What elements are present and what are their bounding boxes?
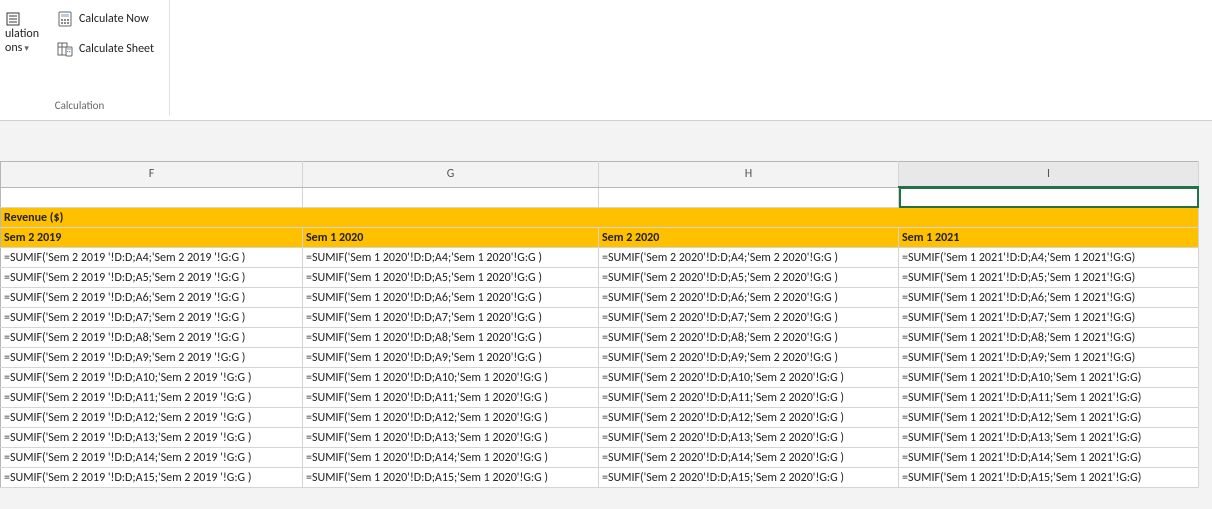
formula-row: =SUMIF('Sem 2 2019 '!D:D;A11;'Sem 2 2019…: [1, 388, 1199, 408]
formula-cell[interactable]: =SUMIF('Sem 2 2019 '!D:D;A5;'Sem 2 2019 …: [1, 268, 303, 288]
formula-row: =SUMIF('Sem 2 2019 '!D:D;A5;'Sem 2 2019 …: [1, 268, 1199, 288]
formula-cell[interactable]: =SUMIF('Sem 1 2021'!D:D;A7;'Sem 1 2021'!…: [899, 308, 1199, 328]
formula-cell[interactable]: =SUMIF('Sem 2 2019 '!D:D;A8;'Sem 2 2019 …: [1, 328, 303, 348]
formula-row: =SUMIF('Sem 2 2019 '!D:D;A10;'Sem 2 2019…: [1, 368, 1199, 388]
formula-row: =SUMIF('Sem 2 2019 '!D:D;A4;'Sem 2 2019 …: [1, 248, 1199, 268]
empty-row: [1, 187, 1199, 208]
formula-cell[interactable]: =SUMIF('Sem 2 2020'!D:D;A12;'Sem 2 2020'…: [599, 408, 899, 428]
section-header-cell[interactable]: Revenue ($): [1, 208, 1199, 228]
calculate-sheet-label: Calculate Sheet: [79, 42, 154, 56]
column-header-G[interactable]: G: [303, 162, 599, 188]
cell[interactable]: [599, 187, 899, 208]
column-header-I[interactable]: I: [899, 162, 1199, 188]
formula-cell[interactable]: =SUMIF('Sem 2 2019 '!D:D;A10;'Sem 2 2019…: [1, 368, 303, 388]
column-header-H[interactable]: H: [599, 162, 899, 188]
formula-cell[interactable]: =SUMIF('Sem 1 2021'!D:D;A4;'Sem 1 2021'!…: [899, 248, 1199, 268]
formula-cell[interactable]: =SUMIF('Sem 2 2020'!D:D;A14;'Sem 2 2020'…: [599, 448, 899, 468]
column-titles-row: Sem 2 2019Sem 1 2020Sem 2 2020Sem 1 2021: [1, 228, 1199, 248]
formula-cell[interactable]: =SUMIF('Sem 1 2020'!D:D;A12;'Sem 1 2020'…: [303, 408, 599, 428]
calculate-now-label: Calculate Now: [79, 12, 149, 26]
calculate-sheet-icon: [57, 41, 73, 57]
formula-cell[interactable]: =SUMIF('Sem 2 2020'!D:D;A4;'Sem 2 2020'!…: [599, 248, 899, 268]
spreadsheet-grid[interactable]: FGHI Revenue ($)Sem 2 2019Sem 1 2020Sem …: [0, 161, 1199, 488]
section-header-row: Revenue ($): [1, 208, 1199, 228]
formula-row: =SUMIF('Sem 2 2019 '!D:D;A12;'Sem 2 2019…: [1, 408, 1199, 428]
formula-cell[interactable]: =SUMIF('Sem 2 2019 '!D:D;A12;'Sem 2 2019…: [1, 408, 303, 428]
formula-cell[interactable]: =SUMIF('Sem 2 2020'!D:D;A6;'Sem 2 2020'!…: [599, 288, 899, 308]
calculation-options-button[interactable]: ulation ons ▾: [0, 8, 44, 58]
formula-cell[interactable]: =SUMIF('Sem 2 2020'!D:D;A10;'Sem 2 2020'…: [599, 368, 899, 388]
formula-cell[interactable]: =SUMIF('Sem 2 2019 '!D:D;A6;'Sem 2 2019 …: [1, 288, 303, 308]
formula-cell[interactable]: =SUMIF('Sem 2 2019 '!D:D;A4;'Sem 2 2019 …: [1, 248, 303, 268]
formula-row: =SUMIF('Sem 2 2019 '!D:D;A9;'Sem 2 2019 …: [1, 348, 1199, 368]
cell[interactable]: [303, 187, 599, 208]
formula-cell[interactable]: =SUMIF('Sem 1 2020'!D:D;A14;'Sem 1 2020'…: [303, 448, 599, 468]
formula-cell[interactable]: =SUMIF('Sem 1 2021'!D:D;A12;'Sem 1 2021'…: [899, 408, 1199, 428]
formula-cell[interactable]: =SUMIF('Sem 1 2020'!D:D;A5;'Sem 1 2020'!…: [303, 268, 599, 288]
column-title-cell[interactable]: Sem 2 2020: [599, 228, 899, 248]
formula-cell[interactable]: =SUMIF('Sem 1 2020'!D:D;A11;'Sem 1 2020'…: [303, 388, 599, 408]
calculation-options-label-top: ulation: [5, 27, 39, 41]
formula-cell[interactable]: =SUMIF('Sem 2 2020'!D:D;A11;'Sem 2 2020'…: [599, 388, 899, 408]
formula-cell[interactable]: =SUMIF('Sem 2 2020'!D:D;A7;'Sem 2 2020'!…: [599, 308, 899, 328]
formula-cell[interactable]: =SUMIF('Sem 2 2020'!D:D;A8;'Sem 2 2020'!…: [599, 328, 899, 348]
formula-cell[interactable]: =SUMIF('Sem 1 2021'!D:D;A13;'Sem 1 2021'…: [899, 428, 1199, 448]
ribbon-group-label: Calculation: [55, 99, 105, 112]
calculate-now-button[interactable]: Calculate Now: [52, 8, 159, 30]
formula-cell[interactable]: =SUMIF('Sem 2 2020'!D:D;A15;'Sem 2 2020'…: [599, 468, 899, 488]
formula-cell[interactable]: =SUMIF('Sem 1 2020'!D:D;A13;'Sem 1 2020'…: [303, 428, 599, 448]
chevron-down-icon: ▾: [24, 43, 29, 54]
formula-cell[interactable]: =SUMIF('Sem 1 2020'!D:D;A9;'Sem 1 2020'!…: [303, 348, 599, 368]
column-title-cell[interactable]: Sem 1 2020: [303, 228, 599, 248]
formula-cell[interactable]: =SUMIF('Sem 1 2021'!D:D;A9;'Sem 1 2021'!…: [899, 348, 1199, 368]
ribbon-group-calculation: ulation ons ▾ Calculate Now: [0, 0, 170, 116]
cell[interactable]: [899, 187, 1199, 208]
formula-cell[interactable]: =SUMIF('Sem 1 2021'!D:D;A11;'Sem 1 2021'…: [899, 388, 1199, 408]
formula-cell[interactable]: =SUMIF('Sem 1 2020'!D:D;A15;'Sem 1 2020'…: [303, 468, 599, 488]
column-title-cell[interactable]: Sem 1 2021: [899, 228, 1199, 248]
formula-row: =SUMIF('Sem 2 2019 '!D:D;A13;'Sem 2 2019…: [1, 428, 1199, 448]
formula-cell[interactable]: =SUMIF('Sem 1 2021'!D:D;A5;'Sem 1 2021'!…: [899, 268, 1199, 288]
column-header-F[interactable]: F: [1, 162, 303, 188]
formula-cell[interactable]: =SUMIF('Sem 1 2020'!D:D;A10;'Sem 1 2020'…: [303, 368, 599, 388]
formula-cell[interactable]: =SUMIF('Sem 1 2020'!D:D;A6;'Sem 1 2020'!…: [303, 288, 599, 308]
formula-cell[interactable]: =SUMIF('Sem 1 2021'!D:D;A15;'Sem 1 2021'…: [899, 468, 1199, 488]
column-title-cell[interactable]: Sem 2 2019: [1, 228, 303, 248]
calculate-now-icon: [57, 11, 73, 27]
formula-cell[interactable]: =SUMIF('Sem 1 2021'!D:D;A14;'Sem 1 2021'…: [899, 448, 1199, 468]
calculate-sheet-button[interactable]: Calculate Sheet: [52, 38, 159, 60]
formula-cell[interactable]: =SUMIF('Sem 2 2019 '!D:D;A14;'Sem 2 2019…: [1, 448, 303, 468]
calculation-options-label-bottom: ons: [5, 41, 22, 55]
formula-cell[interactable]: =SUMIF('Sem 2 2019 '!D:D;A9;'Sem 2 2019 …: [1, 348, 303, 368]
worksheet-area[interactable]: FGHI Revenue ($)Sem 2 2019Sem 1 2020Sem …: [0, 121, 1212, 488]
cell[interactable]: [1, 187, 303, 208]
formula-row: =SUMIF('Sem 2 2019 '!D:D;A14;'Sem 2 2019…: [1, 448, 1199, 468]
formula-row: =SUMIF('Sem 2 2019 '!D:D;A6;'Sem 2 2019 …: [1, 288, 1199, 308]
calculation-options-icon: [5, 11, 21, 27]
formula-cell[interactable]: =SUMIF('Sem 1 2020'!D:D;A8;'Sem 1 2020'!…: [303, 328, 599, 348]
formula-row: =SUMIF('Sem 2 2019 '!D:D;A8;'Sem 2 2019 …: [1, 328, 1199, 348]
formula-cell[interactable]: =SUMIF('Sem 1 2020'!D:D;A4;'Sem 1 2020'!…: [303, 248, 599, 268]
formula-cell[interactable]: =SUMIF('Sem 2 2019 '!D:D;A11;'Sem 2 2019…: [1, 388, 303, 408]
formula-cell[interactable]: =SUMIF('Sem 1 2021'!D:D;A6;'Sem 1 2021'!…: [899, 288, 1199, 308]
formula-cell[interactable]: =SUMIF('Sem 2 2020'!D:D;A13;'Sem 2 2020'…: [599, 428, 899, 448]
column-header-row[interactable]: FGHI: [1, 162, 1199, 188]
formula-row: =SUMIF('Sem 2 2019 '!D:D;A15;'Sem 2 2019…: [1, 468, 1199, 488]
formula-cell[interactable]: =SUMIF('Sem 1 2020'!D:D;A7;'Sem 1 2020'!…: [303, 308, 599, 328]
formula-cell[interactable]: =SUMIF('Sem 2 2020'!D:D;A5;'Sem 2 2020'!…: [599, 268, 899, 288]
formula-cell[interactable]: =SUMIF('Sem 1 2021'!D:D;A10;'Sem 1 2021'…: [899, 368, 1199, 388]
formula-cell[interactable]: =SUMIF('Sem 2 2019 '!D:D;A13;'Sem 2 2019…: [1, 428, 303, 448]
ribbon: ulation ons ▾ Calculate Now: [0, 0, 1212, 121]
formula-row: =SUMIF('Sem 2 2019 '!D:D;A7;'Sem 2 2019 …: [1, 308, 1199, 328]
formula-cell[interactable]: =SUMIF('Sem 2 2019 '!D:D;A15;'Sem 2 2019…: [1, 468, 303, 488]
formula-cell[interactable]: =SUMIF('Sem 1 2021'!D:D;A8;'Sem 1 2021'!…: [899, 328, 1199, 348]
formula-cell[interactable]: =SUMIF('Sem 2 2020'!D:D;A9;'Sem 2 2020'!…: [599, 348, 899, 368]
formula-cell[interactable]: =SUMIF('Sem 2 2019 '!D:D;A7;'Sem 2 2019 …: [1, 308, 303, 328]
